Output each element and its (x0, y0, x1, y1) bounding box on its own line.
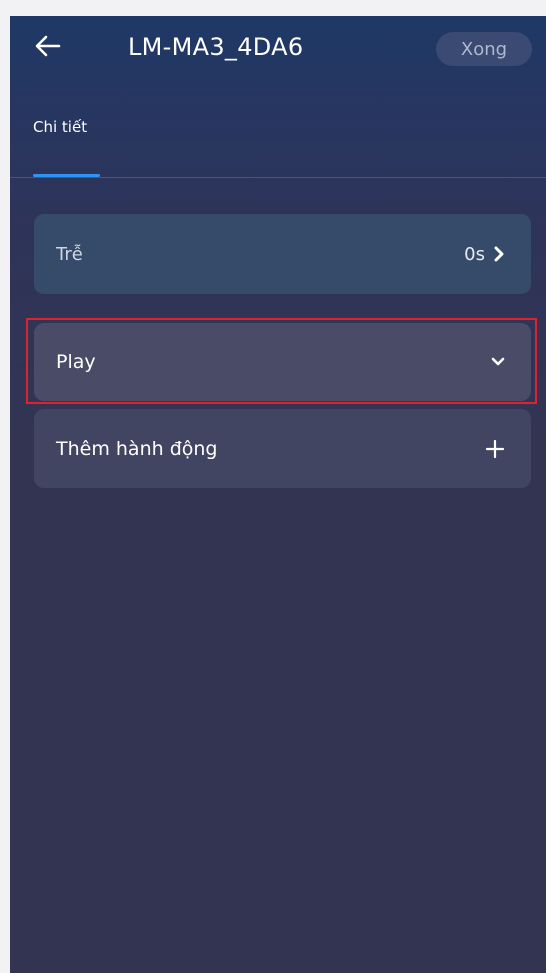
back-button[interactable] (32, 30, 64, 62)
delay-row[interactable]: Trễ 0s (34, 214, 531, 294)
header: LM-MA3_4DA6 Xong (10, 16, 546, 86)
arrow-left-icon (35, 35, 61, 57)
add-action-row[interactable]: Thêm hành động (34, 409, 531, 488)
plus-icon (485, 439, 505, 459)
delay-label: Trễ (56, 243, 83, 265)
delay-value-group: 0s (464, 244, 505, 265)
play-action-label: Play (56, 351, 96, 373)
tab-details[interactable]: Chi tiết (33, 118, 87, 136)
tab-divider (10, 177, 546, 178)
chevron-down-icon (491, 357, 505, 367)
page-title: LM-MA3_4DA6 (128, 33, 304, 61)
app-screen: LM-MA3_4DA6 Xong Chi tiết Trễ 0s Play Th… (10, 16, 546, 973)
chevron-right-icon (493, 246, 505, 262)
add-action-label: Thêm hành động (56, 437, 218, 460)
done-button[interactable]: Xong (436, 32, 532, 66)
play-action-row[interactable]: Play (34, 323, 531, 401)
delay-value: 0s (464, 243, 485, 265)
